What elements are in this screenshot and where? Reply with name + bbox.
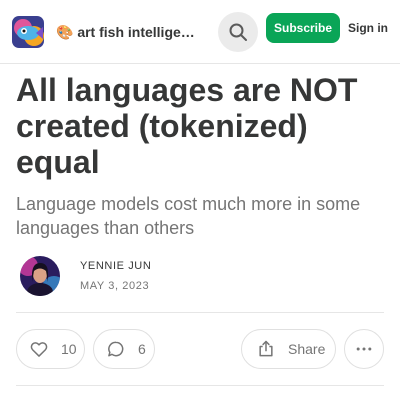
share-button[interactable]: Share: [241, 329, 336, 369]
search-button[interactable]: [218, 12, 258, 52]
share-icon: [256, 339, 276, 359]
top-bar: 🎨 art fish intelligence Subscribe Sign i…: [0, 0, 400, 64]
comment-count: 6: [138, 341, 146, 357]
search-icon: [228, 22, 248, 42]
author-avatar[interactable]: [20, 256, 60, 296]
post-title: All languages are NOT created (tokenized…: [16, 72, 358, 180]
actions-top-divider: [16, 312, 384, 313]
share-label: Share: [288, 341, 326, 357]
actions-bottom-divider: [16, 385, 384, 386]
publication-name[interactable]: 🎨 art fish intelligence: [56, 24, 202, 40]
sign-in-button[interactable]: Sign in: [344, 13, 392, 43]
publication-logo[interactable]: [12, 16, 44, 48]
heart-icon: [29, 339, 49, 359]
post-subtitle: Language models cost much more in some l…: [16, 194, 361, 238]
like-button[interactable]: 10: [16, 329, 85, 369]
more-options-button[interactable]: [344, 329, 384, 369]
more-icon: [354, 339, 374, 359]
post-date: MAY 3, 2023: [80, 280, 150, 292]
comment-button[interactable]: 6: [93, 329, 155, 369]
author-name[interactable]: YENNIE JUN: [80, 260, 151, 273]
like-count: 10: [61, 341, 77, 357]
comment-icon: [106, 339, 126, 359]
top-bar-divider: [0, 63, 400, 64]
subscribe-button[interactable]: Subscribe: [266, 13, 340, 43]
